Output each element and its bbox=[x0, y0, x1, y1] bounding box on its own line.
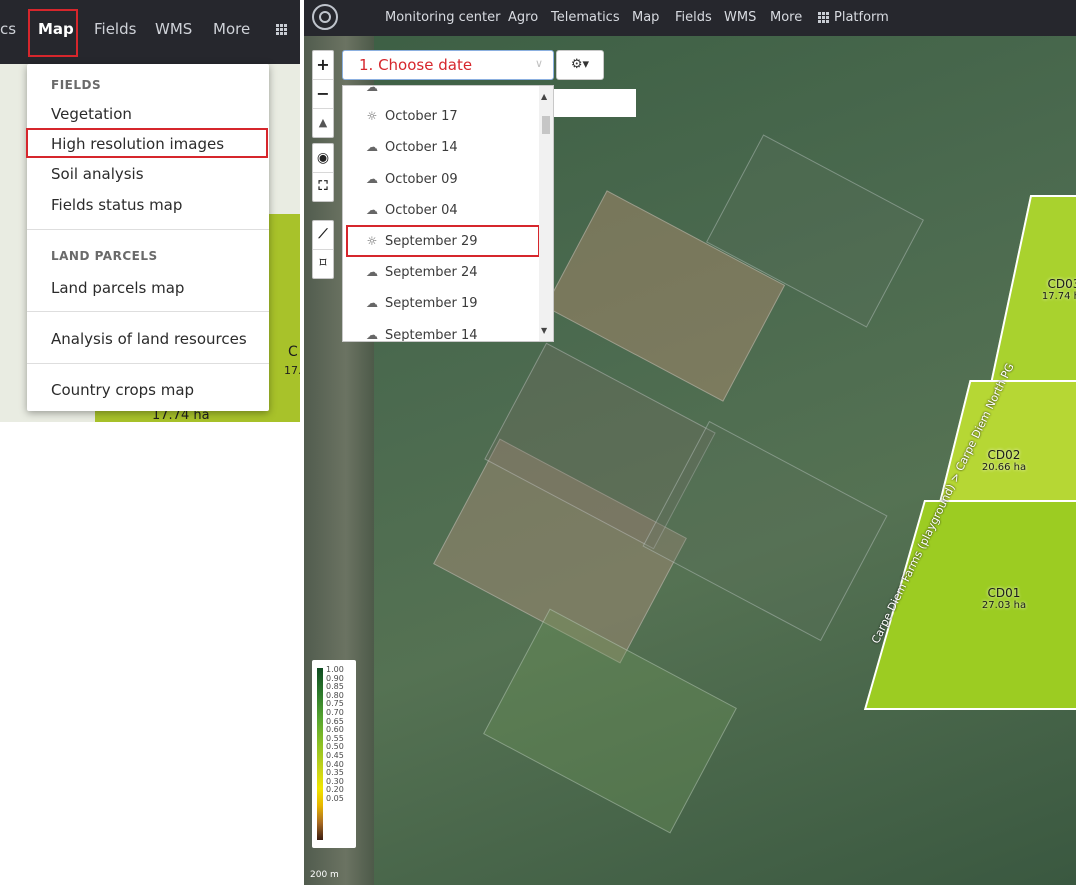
menu-item-vegetation[interactable]: Vegetation bbox=[51, 105, 132, 123]
measure-controls: ⟋ ⌑ bbox=[312, 220, 334, 279]
scroll-down-icon[interactable]: ▼ bbox=[541, 326, 547, 335]
sun-icon: ☼ bbox=[366, 109, 378, 123]
nav-item-fields[interactable]: Fields bbox=[675, 10, 712, 25]
menu-item-soil-analysis[interactable]: Soil analysis bbox=[51, 165, 144, 183]
nav-item-more[interactable]: More bbox=[213, 19, 250, 39]
chevron-down-icon: ∨ bbox=[534, 57, 543, 70]
date-item[interactable]: ☁ September 14 bbox=[343, 320, 539, 342]
search-bar-partial[interactable] bbox=[554, 89, 636, 117]
date-item[interactable]: ☁ October 14 bbox=[343, 132, 539, 162]
menu-heading-land-parcels: LAND PARCELS bbox=[51, 249, 158, 263]
grid-icon bbox=[818, 12, 830, 24]
cloud-icon: ☁ bbox=[366, 172, 378, 186]
nav-item-more[interactable]: More bbox=[770, 10, 802, 25]
map-dropdown-menu: FIELDS Vegetation High resolution images… bbox=[26, 64, 269, 411]
cloud-icon: ☁ bbox=[366, 265, 378, 279]
date-dropdown-list: ☁ ☼ October 17 ☁ October 14 ☁ October 09 ☁ O… bbox=[342, 85, 554, 342]
date-select[interactable]: 1. Choose date ∨ bbox=[342, 50, 554, 80]
legend-color-bar bbox=[317, 668, 323, 840]
zoom-out-button[interactable]: − bbox=[313, 80, 333, 109]
measure-line-icon[interactable]: ⟋ bbox=[313, 221, 333, 250]
measure-area-icon[interactable]: ⌑ bbox=[313, 250, 333, 278]
map-tool-controls: ◉ ⛶ bbox=[312, 143, 334, 202]
nav-item-fields[interactable]: Fields bbox=[94, 19, 136, 39]
list-scrollbar[interactable]: ▲ ▼ bbox=[539, 86, 553, 341]
field-label-cd03: CD0317.74 ha bbox=[1041, 277, 1076, 302]
inset-field-area: 17. bbox=[284, 364, 300, 377]
inset-field-label: C bbox=[288, 344, 298, 360]
nav-item-monitoring-center[interactable]: Monitoring center bbox=[385, 10, 500, 25]
menu-divider bbox=[27, 363, 269, 364]
cloud-icon: ☁ bbox=[366, 85, 378, 94]
nav-item-map[interactable]: Map bbox=[632, 10, 659, 25]
field-label-cd01: CD01 27.03 ha bbox=[981, 586, 1027, 611]
date-item[interactable]: ☁ September 24 bbox=[343, 257, 539, 287]
logo-icon[interactable] bbox=[312, 4, 338, 30]
menu-item-analysis-land-resources[interactable]: Analysis of land resources bbox=[51, 330, 247, 348]
nav-item-wms[interactable]: WMS bbox=[155, 19, 192, 39]
gear-icon: ⚙▾ bbox=[570, 57, 590, 72]
legend-values: 1.00 0.90 0.85 0.80 0.75 0.70 0.65 0.60 0.55 0.50… bbox=[326, 665, 344, 804]
scroll-thumb[interactable] bbox=[542, 116, 550, 134]
menu-heading-fields: FIELDS bbox=[51, 78, 102, 92]
grid-icon[interactable] bbox=[276, 24, 288, 36]
date-item[interactable]: ☁ October 04 bbox=[343, 195, 539, 225]
september-29-highlight-box bbox=[346, 225, 540, 257]
menu-item-country-crops-map[interactable]: Country crops map bbox=[51, 381, 194, 399]
nav-item-telematics[interactable]: Telematics bbox=[551, 10, 620, 25]
date-item[interactable]: ☼ October 17 bbox=[343, 101, 539, 131]
compass-icon[interactable]: ▲ bbox=[313, 109, 333, 137]
menu-divider bbox=[27, 229, 269, 230]
nav-item-wms[interactable]: WMS bbox=[724, 10, 756, 25]
cloud-icon: ☁ bbox=[366, 203, 378, 217]
scale-bar: 200 m bbox=[310, 870, 339, 880]
top-navbar: Monitoring center Agro Telematics Map Fi… bbox=[304, 0, 1076, 36]
nav-item-telematics[interactable]: cs bbox=[0, 19, 16, 39]
zoom-controls: + − ▲ bbox=[312, 50, 334, 138]
zoom-in-button[interactable]: + bbox=[313, 51, 333, 80]
locate-icon[interactable]: ◉ bbox=[313, 144, 333, 173]
cloud-icon: ☁ bbox=[366, 328, 378, 342]
date-item[interactable]: ☁ October 09 bbox=[343, 164, 539, 194]
nav-item-platform[interactable]: Platform bbox=[834, 10, 889, 25]
menu-divider bbox=[27, 311, 269, 312]
cloud-icon: ☁ bbox=[366, 140, 378, 154]
date-item[interactable]: ☁ bbox=[343, 85, 539, 102]
menu-item-land-parcels-map[interactable]: Land parcels map bbox=[51, 279, 184, 297]
settings-button[interactable]: ⚙▾ bbox=[556, 50, 604, 80]
field-label-cd02: CD02 20.66 ha bbox=[981, 448, 1027, 473]
scroll-up-icon[interactable]: ▲ bbox=[541, 92, 547, 101]
ndvi-legend: 1.00 0.90 0.85 0.80 0.75 0.70 0.65 0.60 0.55 0.50… bbox=[312, 660, 356, 848]
cloud-icon: ☁ bbox=[366, 296, 378, 310]
legend-value: 0.05 bbox=[326, 793, 344, 803]
high-resolution-highlight-box bbox=[26, 128, 268, 158]
menu-item-fields-status-map[interactable]: Fields status map bbox=[51, 196, 182, 214]
nav-item-agro[interactable]: Agro bbox=[508, 10, 538, 25]
inset-screenshot: C 17. 17.74 ha cs Map Fields WMS More FI… bbox=[0, 0, 300, 422]
main-map-view: CD0317.74 ha CD0220.66 ha CD0127.03 ha C… bbox=[304, 0, 1076, 885]
date-select-label: 1. Choose date bbox=[359, 56, 473, 74]
map-highlight-box bbox=[28, 9, 78, 57]
date-item[interactable]: ☁ September 19 bbox=[343, 288, 539, 318]
fullscreen-icon[interactable]: ⛶ bbox=[313, 173, 333, 201]
